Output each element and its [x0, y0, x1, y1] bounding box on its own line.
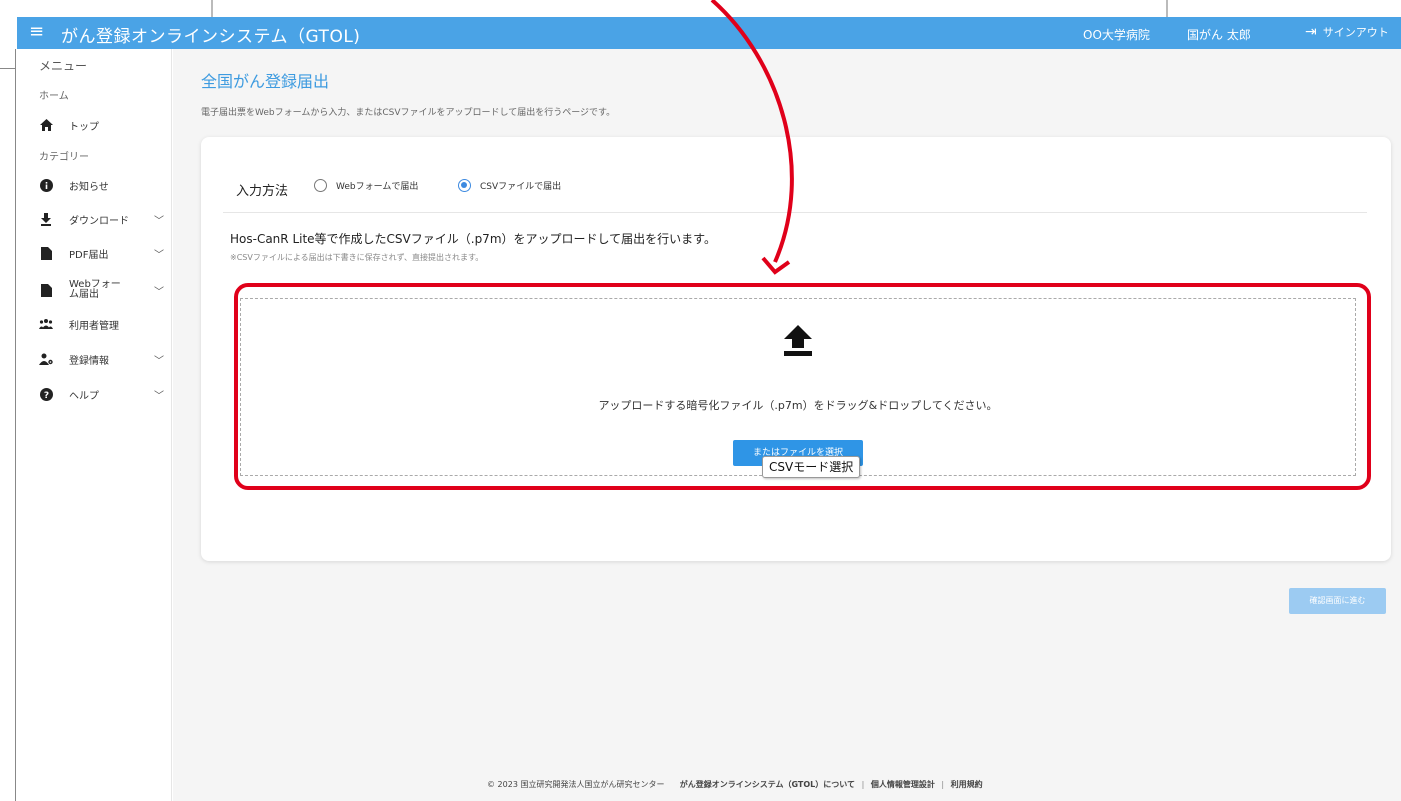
upload-subnote: ※CSVファイルによる届出は下書きに保存されず、直接提出されます。	[230, 253, 484, 262]
footer-link-about[interactable]: がん登録オンラインシステム（GTOL）について	[680, 780, 855, 789]
hamburger-icon[interactable]: ≡	[29, 21, 44, 42]
main-content: 全国がん登録届出 電子届出票をWebフォームから入力、またはCSVファイルをアッ…	[173, 49, 1401, 801]
window-edge-right	[1166, 0, 1168, 17]
signout-icon: ⇥	[1305, 24, 1317, 40]
home-section-label: ホーム	[39, 91, 69, 102]
top-strip	[0, 0, 1401, 17]
sidebar-item-help[interactable]: ? ヘルプ ﹀	[39, 384, 164, 404]
sidebar-item-top[interactable]: トップ	[39, 115, 164, 135]
sidebar-item-news[interactable]: お知らせ	[39, 175, 164, 195]
chevron-down-icon[interactable]: ﹀	[154, 387, 164, 402]
sidebar-item-download[interactable]: ダウンロード ﹀	[39, 209, 164, 229]
chevron-down-icon[interactable]: ﹀	[154, 246, 164, 261]
chevron-down-icon[interactable]: ﹀	[154, 283, 164, 298]
help-icon: ?	[39, 387, 53, 401]
sidebar-item-label: トップ	[69, 121, 99, 133]
page-description: 電子届出票をWebフォームから入力、またはCSVファイルをアップロードして届出を…	[201, 108, 616, 118]
file-dropzone[interactable]: アップロードする暗号化ファイル（.p7m）をドラッグ&ドロップしてください。 ま…	[240, 298, 1356, 476]
sidebar-item-label: ヘルプ	[69, 390, 99, 402]
user-name: 国がん 太郎	[1187, 28, 1251, 42]
footer-separator: |	[861, 780, 865, 789]
sidebar-item-pdf[interactable]: PDF届出 ﹀	[39, 243, 164, 263]
download-icon	[39, 212, 53, 226]
confirm-button[interactable]: 確認画面に進む	[1289, 588, 1386, 614]
outer-frame-line-top	[0, 68, 16, 69]
sidebar-item-label: お知らせ	[69, 181, 109, 193]
dropzone-text: アップロードする暗号化ファイル（.p7m）をドラッグ&ドロップしてください。	[598, 399, 998, 412]
sidebar-item-label: 登録情報	[69, 355, 109, 367]
app-title[interactable]: がん登録オンラインシステム（GTOL)	[61, 22, 360, 47]
footer-copyright: © 2023 国立研究開発法人国立がん研究センター	[487, 780, 665, 789]
sidebar-item-users[interactable]: 利用者管理	[39, 314, 164, 334]
divider	[223, 212, 1367, 213]
sidebar-item-label: PDF届出	[69, 249, 109, 261]
footer-separator: |	[941, 780, 945, 789]
file-icon	[39, 283, 53, 297]
sidebar-item-label: ダウンロード	[69, 215, 129, 227]
page-title: 全国がん登録届出	[201, 72, 330, 91]
home-icon	[39, 118, 53, 132]
upload-note: Hos-CanR Lite等で作成したCSVファイル（.p7m）をアップロードし…	[230, 232, 716, 246]
signout-button[interactable]: ⇥ サインアウト	[1305, 24, 1389, 40]
radio-circle-selected[interactable]	[458, 179, 471, 192]
category-section-label: カテゴリー	[39, 152, 89, 163]
signout-label: サインアウト	[1322, 26, 1389, 39]
svg-text:?: ?	[43, 391, 48, 401]
footer-link-privacy[interactable]: 個人情報管理設計	[871, 780, 935, 789]
footer-link-terms[interactable]: 利用規約	[951, 780, 983, 789]
window-edge-left	[211, 0, 213, 17]
radio-circle[interactable]	[314, 179, 327, 192]
tooltip: CSVモード選択	[762, 456, 861, 478]
chevron-down-icon[interactable]: ﹀	[154, 352, 164, 367]
menu-label: メニュー	[39, 59, 88, 73]
hospital-name: OO大学病院	[1083, 28, 1150, 42]
app-header: ≡ がん登録オンラインシステム（GTOL) OO大学病院 国がん 太郎 ⇥ サイ…	[17, 17, 1401, 49]
outer-frame-line	[15, 49, 16, 801]
radio-web-form[interactable]: Webフォームで届出	[314, 179, 418, 192]
input-method-label: 入力方法	[236, 184, 289, 199]
sidebar-item-label: Webフォーム届出	[69, 279, 121, 300]
radio-label: Webフォームで届出	[336, 182, 419, 192]
file-icon	[39, 246, 53, 260]
sidebar-item-registration[interactable]: 登録情報 ﹀	[39, 349, 164, 369]
sidebar-item-label: 利用者管理	[69, 320, 119, 332]
info-icon	[39, 178, 53, 192]
user-gear-icon	[39, 352, 53, 366]
radio-label: CSVファイルで届出	[480, 182, 562, 192]
sidebar: メニュー ホーム トップ カテゴリー お知らせ ダウンロード ﹀ PDF届出 ﹀…	[17, 49, 172, 801]
users-icon	[39, 317, 53, 331]
upload-icon	[784, 325, 812, 356]
sidebar-item-webform[interactable]: Webフォーム届出 ﹀	[39, 278, 164, 302]
radio-csv-file[interactable]: CSVファイルで届出	[458, 179, 561, 192]
submission-card: 入力方法 Webフォームで届出 CSVファイルで届出 Hos-CanR Lite…	[201, 137, 1391, 614]
chevron-down-icon[interactable]: ﹀	[154, 212, 164, 227]
